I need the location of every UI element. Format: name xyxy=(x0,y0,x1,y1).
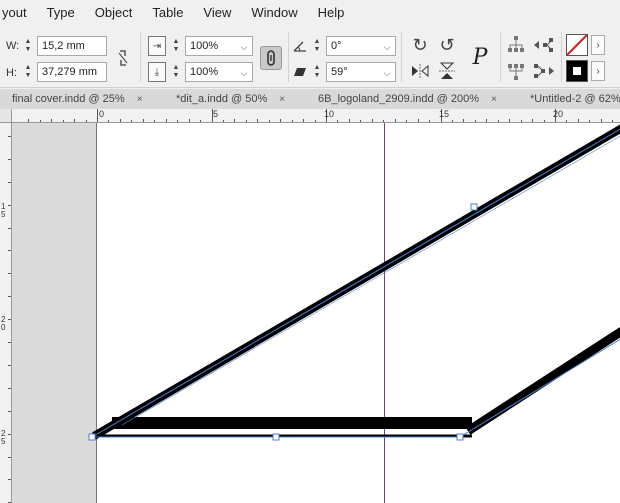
type-on-path-icon[interactable]: P xyxy=(463,40,497,74)
tab-final-cover[interactable]: final cover.indd @ 25% × xyxy=(0,89,164,109)
scale-y-stepper[interactable]: ▲ ▼ xyxy=(169,62,183,82)
stroke-swatch-inner xyxy=(573,67,581,75)
height-label: H: xyxy=(6,67,17,79)
menu-object[interactable]: Object xyxy=(85,0,143,26)
anchor-point[interactable] xyxy=(88,433,96,441)
anchor-point[interactable] xyxy=(272,433,280,441)
ruler-label-20: 20 xyxy=(553,109,564,119)
ruler-origin[interactable] xyxy=(0,109,12,123)
select-content-icon[interactable] xyxy=(505,60,527,82)
constrain-scale-icon[interactable] xyxy=(260,46,282,70)
width-label: W: xyxy=(6,40,20,52)
rotation-angle-icon xyxy=(292,36,308,56)
shape-lower-edge[interactable] xyxy=(465,327,620,435)
control-panel: W: ▲ ▼ 15,2 mm H: ▲ ▼ 37,279 mm ⇥ ▲ ▼ 100% … xyxy=(0,26,620,88)
menu-layout[interactable]: yout xyxy=(0,0,37,26)
horizontal-ruler[interactable]: 0 5 10 15 20 xyxy=(12,109,620,123)
select-container-icon[interactable] xyxy=(505,34,527,56)
ruler-label-5: 5 xyxy=(213,109,219,119)
fill-none-swatch[interactable] xyxy=(566,34,588,56)
scale-x-stepper[interactable]: ▲ ▼ xyxy=(169,36,183,56)
tab-label: *Untitled-2 @ 62% xyxy=(530,93,620,105)
rotation-stepper[interactable]: ▲ ▼ xyxy=(310,36,324,56)
shear-angle-icon xyxy=(292,62,308,82)
scale-y-icon: ⤓ xyxy=(148,62,166,82)
scale-x-icon: ⇥ xyxy=(148,36,166,56)
tab-untitled-2[interactable]: *Untitled-2 @ 62% xyxy=(518,89,620,109)
ruler-label-v15: 1 5 xyxy=(1,202,6,219)
rotate-clockwise-icon[interactable]: ↻ xyxy=(408,34,432,56)
fill-dropdown-icon[interactable]: › xyxy=(591,35,605,55)
document-tabs: final cover.indd @ 25% × *dit_a.indd @ 50… xyxy=(0,89,620,109)
width-field[interactable]: 15,2 mm xyxy=(37,36,107,56)
tab-close-icon[interactable]: × xyxy=(491,94,497,105)
menu-type[interactable]: Type xyxy=(37,0,85,26)
height-field[interactable]: 37,279 mm xyxy=(37,62,107,82)
menu-view[interactable]: View xyxy=(193,0,241,26)
width-stepper[interactable]: ▲ ▼ xyxy=(21,36,35,56)
flip-horizontal-icon[interactable] xyxy=(408,60,432,82)
ruler-label-v20: 2 0 xyxy=(1,315,6,332)
tab-logoland[interactable]: 6B_logoland_2909.indd @ 200% × xyxy=(306,89,518,109)
rotate-counterclockwise-icon[interactable]: ↺ xyxy=(435,34,459,56)
menu-bar: yout Type Object Table View Window Help xyxy=(0,0,620,26)
menu-table[interactable]: Table xyxy=(142,0,193,26)
scale-x-dropdown-icon[interactable]: ⌵ xyxy=(236,37,252,57)
vertical-ruler[interactable]: 1 5 2 0 2 5 xyxy=(0,123,12,503)
tab-label: final cover.indd @ 25% xyxy=(12,93,125,105)
artwork xyxy=(88,124,620,441)
ruler-label-v25: 2 5 xyxy=(1,429,6,446)
tab-close-icon[interactable]: × xyxy=(137,94,143,105)
flip-vertical-icon[interactable] xyxy=(435,60,459,82)
stroke-black-swatch[interactable] xyxy=(566,60,588,82)
anchor-point[interactable] xyxy=(456,433,464,441)
tab-label: 6B_logoland_2909.indd @ 200% xyxy=(318,93,480,105)
scale-y-dropdown-icon[interactable]: ⌵ xyxy=(236,63,252,83)
anchor-point[interactable] xyxy=(470,203,478,211)
document-canvas[interactable] xyxy=(12,123,620,503)
stroke-dropdown-icon[interactable]: › xyxy=(591,61,605,81)
shear-stepper[interactable]: ▲ ▼ xyxy=(310,62,324,82)
menu-window[interactable]: Window xyxy=(241,0,307,26)
ruler-label-15: 15 xyxy=(439,109,450,119)
rotation-dropdown-icon[interactable]: ⌵ xyxy=(379,37,395,57)
tab-label: *dit_a.indd @ 50% xyxy=(176,93,268,105)
ruler-label-0: 0 xyxy=(99,109,105,119)
menu-help[interactable]: Help xyxy=(308,0,355,26)
select-previous-object-icon[interactable] xyxy=(532,34,556,56)
tab-dit-a[interactable]: *dit_a.indd @ 50% × xyxy=(164,89,306,109)
select-next-object-icon[interactable] xyxy=(532,60,556,82)
height-stepper[interactable]: ▲ ▼ xyxy=(21,62,35,82)
constrain-proportions-icon[interactable] xyxy=(114,48,132,68)
ruler-label-10: 10 xyxy=(324,109,335,119)
type-on-path-glyph: P xyxy=(472,44,488,70)
shear-dropdown-icon[interactable]: ⌵ xyxy=(379,63,395,83)
tab-close-icon[interactable]: × xyxy=(279,94,285,105)
